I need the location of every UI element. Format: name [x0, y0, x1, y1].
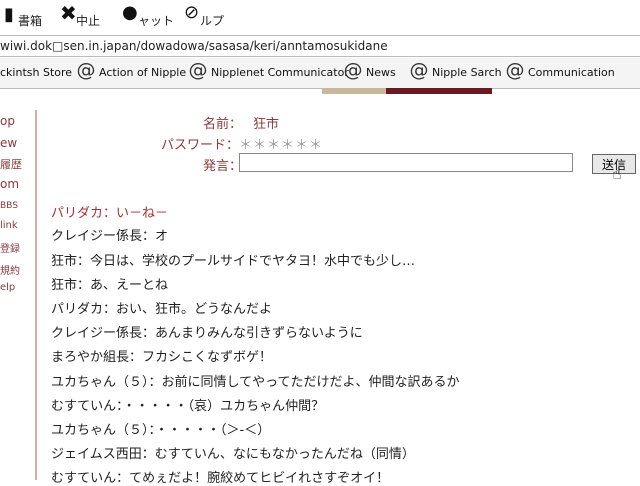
banner-image-left [322, 88, 386, 94]
chat-line: 狂市：今日は、学校のプールサイドでヤタヨ！水中でも少し… [51, 254, 416, 269]
nav-item[interactable]: 登録 [0, 240, 20, 255]
chat-line: 狂市：あ、えーとね [51, 278, 169, 293]
chat-button[interactable]: ● ャット [120, 4, 182, 30]
banner-image-right [386, 88, 492, 94]
chat-line: まろやか組長：フカシこくなずボゲ！ [51, 350, 273, 365]
help-icon: ⊘ [184, 2, 200, 23]
nav-item[interactable]: elp [0, 282, 15, 293]
chat-line: ユカちゃん（５）：・・・・・（＞-＜） [51, 423, 271, 438]
nav-item[interactable]: link [0, 220, 18, 231]
address-bar[interactable]: wiwi.dok□sen.in.japan/dowadowa/sasasa/ke… [0, 35, 640, 57]
name-value: 狂市 [253, 117, 280, 132]
password-label: パスワード： [161, 138, 240, 153]
bookmarks-icon: ▮ [4, 4, 14, 25]
chat-line: パリダカ：おい、狂市。どうなんだよ [51, 302, 273, 317]
nav-item[interactable]: 履歴 [0, 156, 22, 172]
nav-item[interactable]: op [0, 114, 15, 128]
chat-line: クレイジー係長：あんまりみんな引きずらないように [51, 326, 363, 341]
nav-item[interactable]: 規約 [0, 262, 20, 277]
stop-button[interactable]: ✖ 中止 [58, 1, 102, 30]
at-icon: @ [409, 59, 429, 81]
name-label: 名前： [203, 117, 243, 132]
hand-cursor-icon: ☝ [612, 164, 622, 183]
bookmarks-button[interactable]: ▮ 書箱 [0, 4, 52, 30]
bookmarks-label: 書箱 [18, 14, 43, 28]
url-text: wiwi.dok□sen.in.japan/dowadowa/sasasa/ke… [0, 39, 388, 53]
link-communication[interactable]: Communication [528, 64, 615, 82]
chat-line: ユカちゃん（５）：お前に同情してやってただけだよ、仲間な訳あるか [51, 375, 460, 390]
chat-line: クレイジー係長：オ [51, 229, 169, 244]
link-action-of-nipple[interactable]: Action of Nipple [99, 64, 186, 82]
chat-label: ャット [138, 14, 175, 28]
at-icon: @ [343, 59, 363, 81]
password-value: ＊＊＊＊＊＊ [239, 138, 324, 153]
browser-toolbar: ▮ 書箱 ✖ 中止 ● ャット ⊘ ルプ [0, 0, 640, 34]
favorites-bar: ckintsh Store @ Action of Nipple @ Nippl… [0, 58, 640, 89]
message-label: 発言： [203, 159, 243, 174]
help-button[interactable]: ⊘ ルプ [182, 4, 242, 30]
nav-item[interactable]: ew [0, 136, 17, 150]
link-nipplenet-communicator[interactable]: Nipplenet Communicator [211, 64, 349, 82]
chat-bubble-icon: ● [122, 2, 138, 23]
stop-label: 中止 [76, 14, 101, 28]
chat-line: パリダカ：い－ね－ [51, 206, 169, 221]
close-icon: ✖ [60, 1, 77, 25]
chat-line: むすていん：てめぇだよ！腕絞めてヒビイれさすぞオイ！ [51, 471, 390, 486]
link-news[interactable]: News [366, 64, 396, 82]
link-mackintosh-store[interactable]: ckintsh Store [0, 64, 72, 82]
link-nipple-sarch[interactable]: Nipple Sarch [432, 64, 502, 82]
chat-line: ジェイムス西田：むすていん、なにもなかったんだね（同情） [51, 447, 415, 462]
at-icon: @ [76, 59, 96, 81]
message-input[interactable] [239, 153, 573, 172]
nav-item[interactable]: BBS [0, 201, 18, 211]
nav-divider [35, 110, 37, 480]
at-icon: @ [188, 59, 208, 81]
at-icon: @ [505, 59, 525, 81]
nav-item[interactable]: om [0, 177, 19, 191]
help-label: ルプ [200, 14, 225, 28]
chat-line: むすていん：・・・・・（哀）ユカちゃん仲間？ [51, 399, 325, 414]
